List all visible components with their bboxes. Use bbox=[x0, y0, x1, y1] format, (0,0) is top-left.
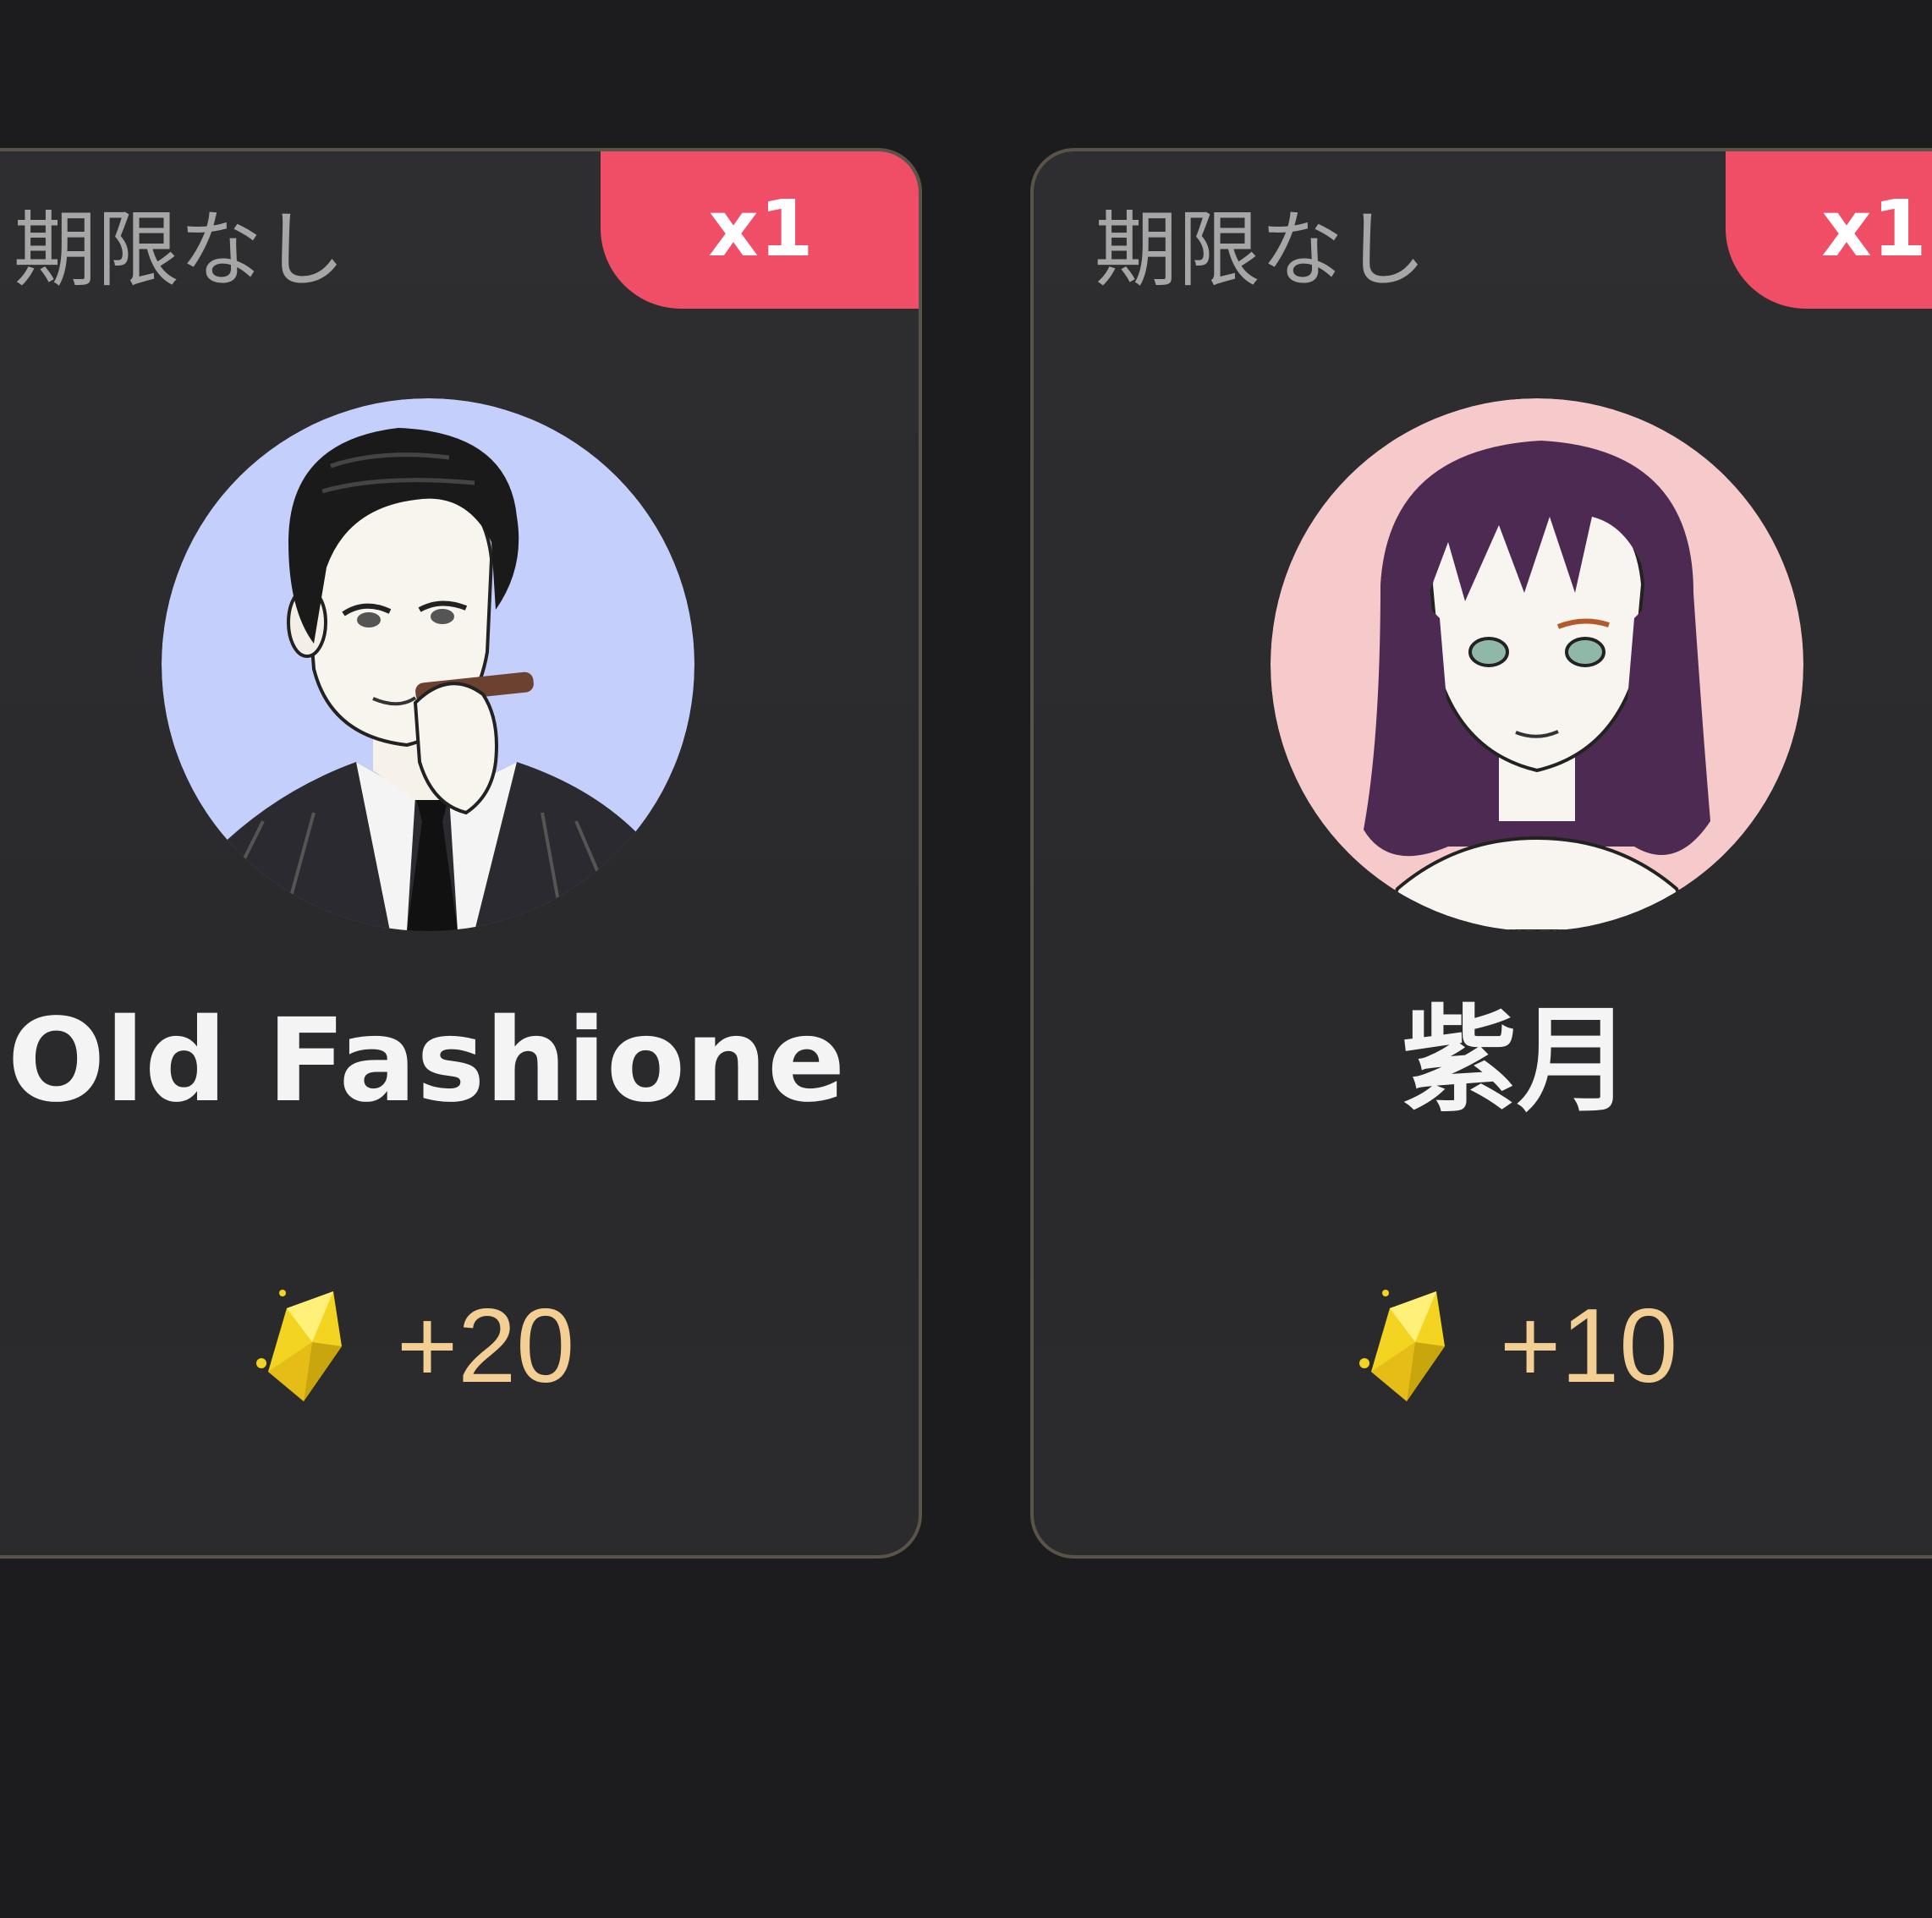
man-with-cigar-avatar bbox=[162, 398, 694, 931]
character-name: 紫月 bbox=[1402, 995, 1632, 1128]
character-card-old-fashione[interactable]: 期限なし x1 Old Fashione +20 bbox=[0, 148, 922, 1559]
character-name: Old Fashione bbox=[7, 995, 846, 1128]
expiry-label: 期限なし bbox=[14, 202, 346, 299]
woman-purple-hair-avatar bbox=[1271, 398, 1803, 931]
reward-amount: +20 bbox=[396, 1288, 575, 1405]
character-card-shizuki[interactable]: 期限なし x1 紫月 +10 bbox=[1030, 148, 1932, 1559]
gem-icon bbox=[1358, 1290, 1445, 1401]
expiry-label: 期限なし bbox=[1095, 202, 1427, 299]
reward-cards-screen: 期限なし x1 Old Fashione +20 期限なし x1 紫月 +10 bbox=[0, 0, 1932, 1918]
quantity-text: x1 bbox=[1821, 183, 1928, 274]
reward-row: +20 bbox=[0, 1283, 875, 1410]
quantity-badge: x1 bbox=[601, 151, 919, 309]
quantity-badge: x1 bbox=[1726, 151, 1932, 309]
gem-icon bbox=[255, 1290, 342, 1401]
reward-row: +10 bbox=[1034, 1283, 1932, 1410]
quantity-text: x1 bbox=[708, 183, 815, 274]
reward-amount: +10 bbox=[1499, 1288, 1678, 1405]
